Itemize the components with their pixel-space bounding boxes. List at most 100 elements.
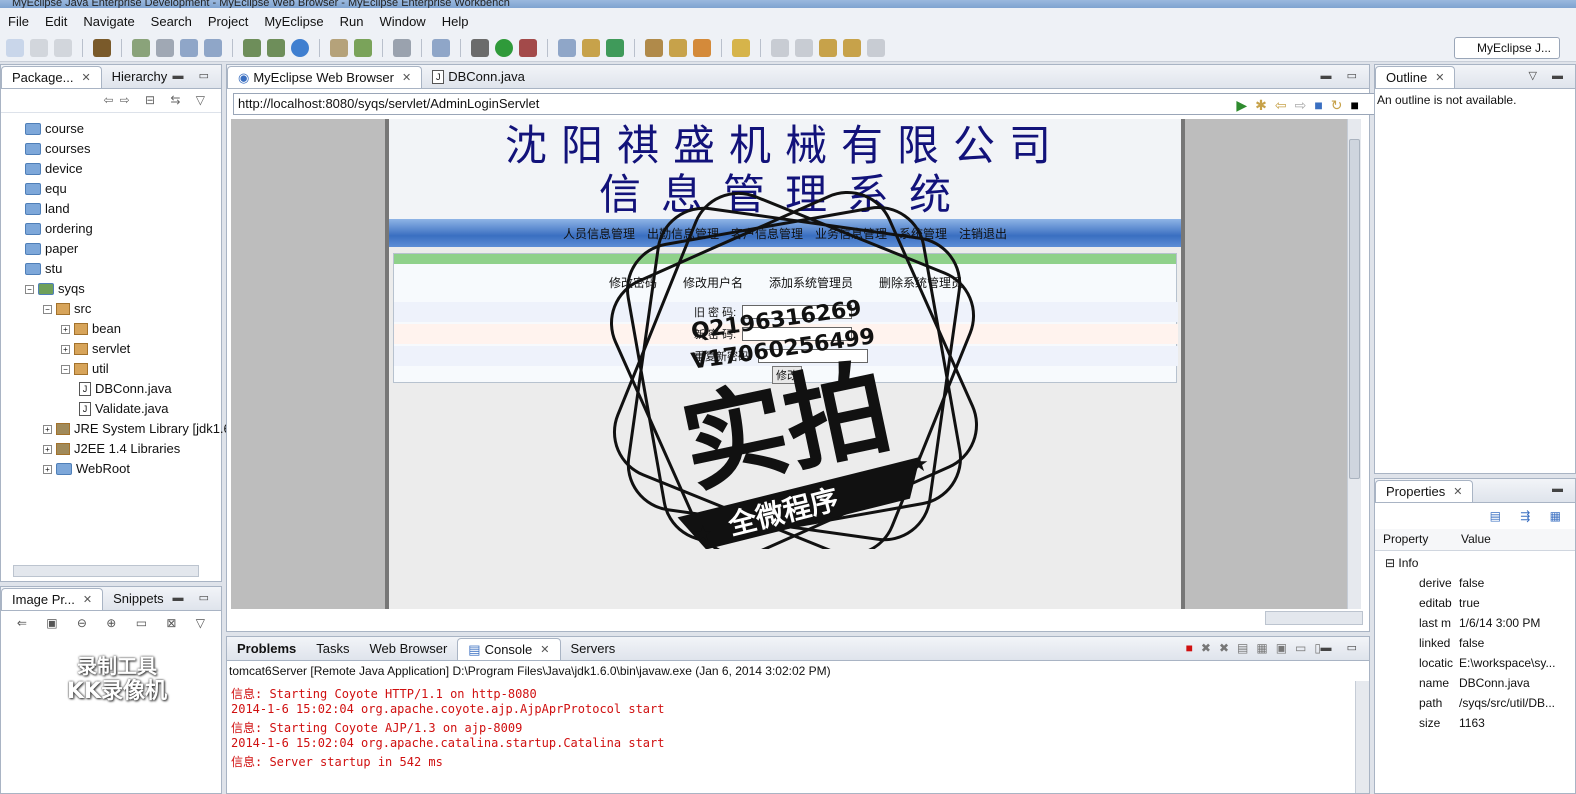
nav-business[interactable]: 业务信息管理 xyxy=(815,225,887,242)
subnav-change-password[interactable]: 修改密码 xyxy=(609,274,657,291)
submit-button[interactable]: 修改 xyxy=(772,366,802,384)
nav-personnel[interactable]: 人员信息管理 xyxy=(563,225,635,242)
terminate-icon[interactable]: ■ xyxy=(1186,641,1201,655)
tree-item[interactable]: J Validate.java xyxy=(79,399,168,419)
minimize-maximize-icon[interactable]: ▬ xyxy=(1552,483,1569,495)
open-type-icon[interactable] xyxy=(645,38,663,57)
close-icon[interactable]: ✕ xyxy=(1435,67,1444,89)
remove-all-icon[interactable]: ✖ xyxy=(1219,641,1237,655)
debug-icon[interactable] xyxy=(471,38,489,57)
tab-snippets[interactable]: Snippets xyxy=(103,588,174,610)
menu-edit[interactable]: Edit xyxy=(37,14,75,29)
close-icon[interactable]: ✕ xyxy=(1453,481,1462,503)
tab-image-preview[interactable]: Image Pr... ✕ xyxy=(1,588,104,611)
scrollbar-thumb[interactable] xyxy=(1349,139,1360,479)
close-icon[interactable]: ✕ xyxy=(540,639,549,661)
menu-help[interactable]: Help xyxy=(434,14,477,29)
pin-icon[interactable] xyxy=(669,38,687,57)
scroll-lock-icon[interactable]: ▦ xyxy=(1256,641,1275,655)
tree-item[interactable]: land xyxy=(25,199,70,219)
tree-item[interactable]: − src xyxy=(43,299,91,319)
next-annotation-icon[interactable] xyxy=(771,38,789,57)
horizontal-scrollbar[interactable] xyxy=(13,565,199,577)
tab-package-explorer[interactable]: Package... ✕ xyxy=(1,66,102,88)
back-icon[interactable]: ⇦ xyxy=(1275,97,1295,113)
task-icon[interactable] xyxy=(693,38,711,57)
close-icon[interactable]: ✕ xyxy=(83,589,92,611)
subnav-add-admin[interactable]: 添加系统管理员 xyxy=(769,274,853,291)
tab-outline[interactable]: Outline ✕ xyxy=(1375,66,1456,89)
perspective-button[interactable]: MyEclipse J... xyxy=(1453,37,1560,59)
menu-project[interactable]: Project xyxy=(200,14,256,29)
subnav-change-username[interactable]: 修改用户名 xyxy=(683,274,743,291)
run-icon[interactable] xyxy=(495,38,513,57)
stop-icon[interactable]: ■ xyxy=(1314,97,1330,113)
nav-attendance[interactable]: 出勤信息管理 xyxy=(647,225,719,242)
nav-system[interactable]: 系统管理 xyxy=(899,225,947,242)
menu-file[interactable]: File xyxy=(0,14,37,29)
tree-item[interactable]: + JRE System Library [jdk1.6.0 xyxy=(43,419,242,439)
info-group[interactable]: ⊟ Info xyxy=(1385,553,1418,573)
prev-annotation-icon[interactable] xyxy=(795,38,813,57)
favorites-icon[interactable]: ✱ xyxy=(1255,97,1275,113)
tab-problems[interactable]: Problems xyxy=(227,638,306,660)
debug-server-icon[interactable] xyxy=(132,38,150,57)
property-value[interactable]: E:\workspace\sy... xyxy=(1459,653,1569,673)
nav-logout[interactable]: 注销退出 xyxy=(959,225,1007,242)
expand-toggle-icon[interactable]: + xyxy=(43,464,52,474)
minimize-maximize-icon[interactable]: ▽ ▬ xyxy=(1528,69,1569,82)
tree-item[interactable]: course xyxy=(25,119,84,139)
menu-myeclipse[interactable]: MyEclipse xyxy=(256,14,331,29)
minimize-maximize-icon[interactable]: ▬ ▭ xyxy=(173,69,215,82)
expand-toggle-icon[interactable]: − xyxy=(61,364,70,374)
property-value[interactable]: false xyxy=(1459,633,1569,653)
menu-window[interactable]: Window xyxy=(371,14,433,29)
tree-item[interactable]: + servlet xyxy=(61,339,130,359)
folder-icon[interactable] xyxy=(732,38,750,57)
property-value[interactable]: 1/6/14 3:00 PM xyxy=(1459,613,1569,633)
categories-icon[interactable]: ▤ ⇶ ▦ xyxy=(1490,509,1569,523)
expand-toggle-icon[interactable]: − xyxy=(25,284,34,294)
subnav-delete-admin[interactable]: 删除系统管理员 xyxy=(879,274,963,291)
expand-toggle-icon[interactable]: + xyxy=(43,444,52,454)
menu-search[interactable]: Search xyxy=(143,14,200,29)
new-class-icon[interactable] xyxy=(606,38,624,57)
go-icon[interactable]: ▶ xyxy=(1236,97,1255,113)
tab-console[interactable]: ▤ Console ✕ xyxy=(457,638,561,661)
last-edit-icon[interactable] xyxy=(819,38,837,57)
display-console-icon[interactable]: ▭ xyxy=(1295,641,1314,655)
open-icon[interactable] xyxy=(330,38,348,57)
nav-customer[interactable]: 客户信息管理 xyxy=(731,225,803,242)
undeploy-icon[interactable] xyxy=(204,38,222,57)
property-value[interactable]: false xyxy=(1459,573,1569,593)
add-icon[interactable] xyxy=(354,38,372,57)
new-type-icon[interactable] xyxy=(432,38,450,57)
minimize-maximize-icon[interactable]: ▬ ▭ xyxy=(1321,641,1363,654)
pin-console-icon[interactable]: ▣ xyxy=(1276,641,1295,655)
remove-launch-icon[interactable]: ✖ xyxy=(1201,641,1219,655)
repeat-password-input[interactable] xyxy=(758,349,869,363)
package-icon[interactable] xyxy=(93,38,111,57)
forward-icon[interactable] xyxy=(867,38,885,57)
tree-item[interactable]: + bean xyxy=(61,319,121,339)
collapse-link-icon[interactable]: ⇦⇨ ⊟ ⇆ ▽ xyxy=(104,93,211,107)
horizontal-scrollbar[interactable] xyxy=(1265,611,1363,625)
save-all-icon[interactable] xyxy=(54,38,72,57)
minimize-maximize-icon[interactable]: ▬ ▭ xyxy=(173,591,215,604)
expand-toggle-icon[interactable]: + xyxy=(61,324,70,334)
save-icon[interactable] xyxy=(30,38,48,57)
console-icon[interactable]: ■ xyxy=(1351,97,1367,113)
expand-toggle-icon[interactable]: − xyxy=(43,304,52,314)
old-password-input[interactable] xyxy=(742,305,853,319)
new-password-input[interactable] xyxy=(742,327,853,341)
tab-dbconn-java[interactable]: J DBConn.java xyxy=(422,66,535,88)
property-value[interactable]: true xyxy=(1459,593,1569,613)
forward-icon[interactable]: ⇨ xyxy=(1295,97,1315,113)
menu-run[interactable]: Run xyxy=(332,14,372,29)
property-value[interactable]: 1163 xyxy=(1459,713,1569,733)
run-server-icon[interactable] xyxy=(267,38,285,57)
expand-toggle-icon[interactable]: + xyxy=(43,424,52,434)
tree-item[interactable]: device xyxy=(25,159,83,179)
new-icon[interactable] xyxy=(6,38,24,57)
property-value[interactable]: /syqs/src/util/DB... xyxy=(1459,693,1569,713)
